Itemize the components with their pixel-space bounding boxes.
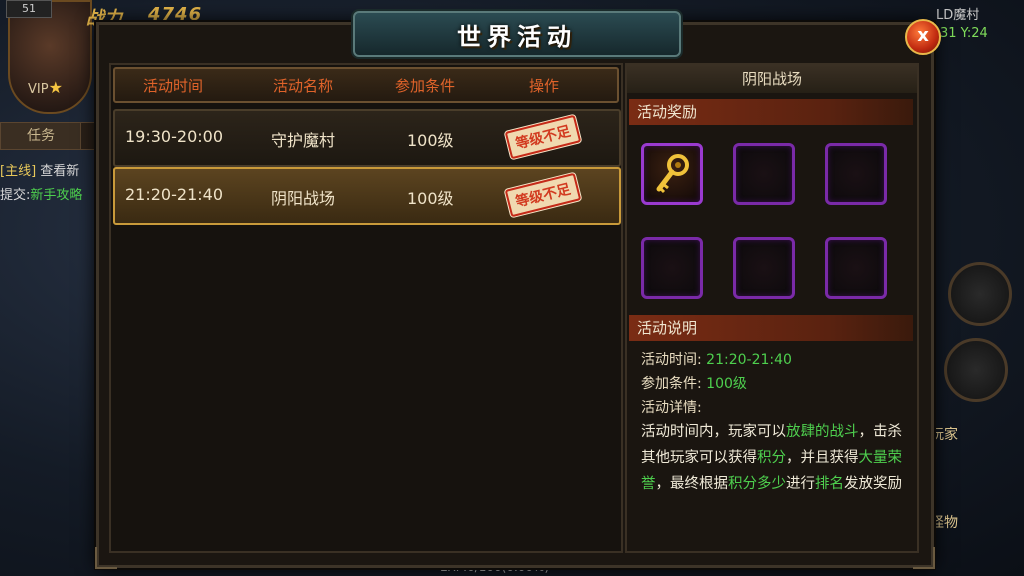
vip-badge[interactable]: VIP★ [28, 78, 63, 97]
vip-label: VIP [28, 82, 49, 97]
reward-section-header: 活动奖励 [629, 99, 913, 125]
reward-slot[interactable] [825, 237, 887, 299]
desc-highlight: 放肆的战斗 [786, 424, 859, 440]
header-action: 操作 [529, 77, 560, 95]
target-monster-label[interactable]: 怪物 [930, 512, 958, 532]
skill-button-secondary[interactable] [944, 338, 1008, 402]
close-button[interactable]: x [905, 19, 941, 55]
row-condition: 100级 [407, 189, 454, 208]
reward-slot[interactable] [733, 143, 795, 205]
activity-detail-panel: 阴阳战场 活动奖励 活动说明 活动时间: 21:20-21:40 参加条件: 1… [625, 63, 919, 553]
row-time: 21:20-21:40 [125, 185, 223, 204]
row-time: 19:30-20:00 [125, 127, 223, 146]
header-time: 活动时间 [143, 77, 204, 95]
task-tab[interactable]: 任务 [0, 122, 82, 150]
desc-highlight: 积分多少 [728, 476, 786, 492]
quest-tag: [主线] [0, 164, 37, 179]
quest-submit-text: 新手攻略 [30, 188, 83, 203]
row-name: 阴阳战场 [271, 189, 336, 208]
map-name: LD魔村 [936, 8, 980, 23]
reward-slot[interactable] [641, 237, 703, 299]
header-name: 活动名称 [273, 77, 334, 95]
condition-label: 参加条件: [641, 376, 702, 392]
detail-title: 阴阳战场 [627, 65, 917, 93]
star-icon: ★ [48, 78, 63, 97]
activity-description: 活动时间内，玩家可以放肆的战斗，击杀其他玩家可以获得积分，并且获得大量荣誉，最终… [641, 419, 903, 497]
player-level: 51 [6, 0, 52, 18]
target-player-label[interactable]: 玩家 [930, 424, 958, 444]
description-section-header: 活动说明 [629, 315, 913, 341]
dialog-title: 世界活动 [457, 23, 577, 51]
desc-highlight: 排名 [815, 476, 844, 492]
world-activity-dialog: 世界活动 x 活动时间 活动名称 参加条件 操作 19:30-20:00 守护魔… [95, 11, 941, 569]
row-condition: 100级 [407, 131, 454, 150]
desc-text: 进行 [786, 476, 815, 492]
skill-button[interactable] [948, 262, 1012, 326]
quest-tracker[interactable]: [主线] 查看新 提交:新手攻略 [0, 160, 82, 208]
title-plate: 世界活动 [353, 11, 681, 57]
desc-highlight: 积分 [757, 450, 786, 466]
desc-text: ，并且获得 [786, 450, 859, 466]
reward-slot[interactable] [641, 143, 703, 205]
condition-line: 参加条件: 100级 [641, 373, 747, 393]
quest-text: 查看新 [40, 164, 80, 179]
condition-value: 100级 [706, 376, 747, 392]
header-condition: 参加条件 [395, 77, 456, 95]
desc-text: 活动时间内，玩家可以 [641, 424, 786, 440]
reward-slot[interactable] [733, 237, 795, 299]
time-value: 21:20-21:40 [706, 352, 792, 368]
quest-submit-label: 提交: [0, 188, 31, 203]
activity-row[interactable]: 19:30-20:00 守护魔村 100级 等级不足 [113, 109, 621, 167]
row-name: 守护魔村 [271, 131, 336, 150]
key-icon [656, 154, 689, 194]
activity-row-selected[interactable]: 21:20-21:40 阴阳战场 100级 等级不足 [113, 167, 621, 225]
level-insufficient-stamp[interactable]: 等级不足 [504, 172, 582, 218]
activity-time-line: 活动时间: 21:20-21:40 [641, 349, 792, 369]
detail-label: 活动详情: [641, 400, 702, 416]
activity-list-panel: 活动时间 活动名称 参加条件 操作 19:30-20:00 守护魔村 100级 … [109, 63, 623, 553]
desc-text: 发放奖励 [844, 476, 902, 492]
list-header: 活动时间 活动名称 参加条件 操作 [113, 67, 619, 103]
time-label: 活动时间: [641, 352, 702, 368]
level-insufficient-stamp[interactable]: 等级不足 [504, 114, 582, 160]
reward-slot[interactable] [825, 143, 887, 205]
map-coordinates: 31 Y:24 [940, 26, 988, 41]
desc-text: ，最终根据 [655, 476, 729, 492]
